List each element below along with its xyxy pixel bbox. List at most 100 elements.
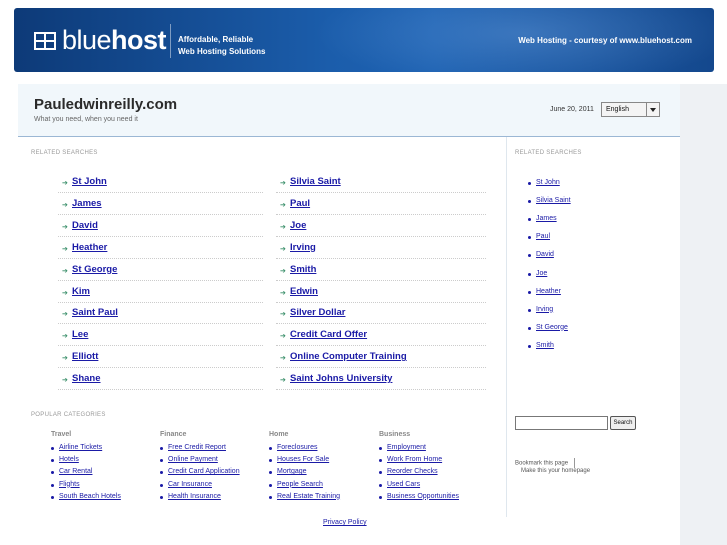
- right-gutter: [680, 84, 727, 545]
- result-row: ➔ Joe: [276, 215, 486, 237]
- category-link[interactable]: Houses For Sale: [277, 456, 329, 463]
- related-searches-label: RELATED SEARCHES: [31, 150, 98, 156]
- category-title: Business: [379, 431, 411, 438]
- result-link[interactable]: Smith: [290, 264, 316, 275]
- sidebar-link[interactable]: St John: [536, 179, 560, 186]
- result-link[interactable]: Credit Card Offer: [290, 329, 367, 340]
- result-link[interactable]: Paul: [290, 198, 310, 209]
- category-link[interactable]: Airline Tickets: [59, 444, 102, 451]
- result-row: ➔ St John: [58, 171, 263, 193]
- category-link[interactable]: Foreclosures: [277, 444, 317, 451]
- search-button[interactable]: Search: [610, 416, 636, 430]
- result-link[interactable]: Kim: [72, 286, 90, 297]
- bookmark-link[interactable]: Bookmark this page: [515, 458, 576, 468]
- bluehost-logo[interactable]: bluehost: [62, 25, 167, 55]
- bullet-icon: [379, 495, 382, 499]
- result-link[interactable]: St John: [72, 176, 107, 187]
- category-link[interactable]: Health Insurance: [168, 493, 221, 500]
- sidebar-related-label: RELATED SEARCHES: [515, 150, 582, 156]
- result-link[interactable]: Online Computer Training: [290, 351, 407, 362]
- link-divider: [574, 458, 576, 468]
- result-link[interactable]: St George: [72, 264, 117, 275]
- arrow-right-icon: ➔: [62, 201, 68, 209]
- category-link[interactable]: Reorder Checks: [387, 468, 438, 475]
- arrow-right-icon: ➔: [280, 355, 286, 363]
- result-link[interactable]: Silvia Saint: [290, 176, 341, 187]
- sidebar-link[interactable]: St George: [536, 324, 568, 331]
- category-link[interactable]: Employment: [387, 444, 426, 451]
- result-row: ➔ Silvia Saint: [276, 171, 486, 193]
- bullet-icon: [379, 483, 382, 487]
- result-link[interactable]: Irving: [290, 242, 316, 253]
- sidebar-link[interactable]: Smith: [536, 342, 554, 349]
- result-row: ➔ Elliott: [58, 346, 263, 369]
- category-link[interactable]: Used Cars: [387, 481, 420, 488]
- sidebar-link[interactable]: Joe: [536, 270, 547, 277]
- result-row: ➔ Smith: [276, 259, 486, 281]
- sidebar-link[interactable]: Silvia Saint: [536, 197, 571, 204]
- popular-categories-label: POPULAR CATEGORIES: [31, 412, 106, 418]
- category-link[interactable]: Car Insurance: [168, 481, 212, 488]
- category-link[interactable]: Mortgage: [277, 468, 307, 475]
- bookmark-label[interactable]: Bookmark this page: [515, 461, 568, 467]
- arrow-right-icon: ➔: [280, 333, 286, 341]
- category-link[interactable]: Hotels: [59, 456, 79, 463]
- category-link[interactable]: South Beach Hotels: [59, 493, 121, 500]
- category-link[interactable]: People Search: [277, 481, 323, 488]
- result-link[interactable]: Saint Paul: [72, 307, 118, 318]
- category-link[interactable]: Work From Home: [387, 456, 442, 463]
- sidebar-link[interactable]: Heather: [536, 288, 561, 295]
- sidebar-link[interactable]: Paul: [536, 233, 550, 240]
- arrow-right-icon: ➔: [280, 180, 286, 187]
- result-link[interactable]: Saint Johns University: [290, 373, 392, 384]
- date-text: June 20, 2011: [550, 106, 594, 113]
- bullet-icon: [528, 236, 531, 240]
- bullet-icon: [51, 471, 54, 475]
- bullet-icon: [528, 218, 531, 222]
- result-row: ➔ St George: [58, 259, 263, 281]
- site-title: Pauledwinreilly.com: [34, 96, 178, 113]
- chevron-down-icon[interactable]: [646, 103, 659, 116]
- category-link[interactable]: Online Payment: [168, 456, 218, 463]
- page-content: Pauledwinreilly.com What you need, when …: [18, 84, 680, 545]
- language-select[interactable]: English: [601, 102, 660, 117]
- result-link[interactable]: Heather: [72, 242, 107, 253]
- category-link[interactable]: Car Rental: [59, 468, 92, 475]
- column-divider: [506, 137, 507, 517]
- result-link[interactable]: Elliott: [72, 351, 98, 362]
- sidebar-link[interactable]: Irving: [536, 306, 553, 313]
- search-input[interactable]: [515, 416, 608, 430]
- result-row: ➔ Saint Johns University: [276, 368, 486, 391]
- result-link[interactable]: James: [72, 198, 102, 209]
- arrow-right-icon: ➔: [280, 311, 286, 319]
- result-link[interactable]: Silver Dollar: [290, 307, 345, 318]
- bluehost-logo-icon: [34, 32, 56, 50]
- bullet-icon: [269, 495, 272, 499]
- language-value: English: [606, 106, 629, 113]
- arrow-right-icon: ➔: [62, 355, 68, 363]
- result-link[interactable]: Lee: [72, 329, 88, 340]
- bullet-icon: [528, 344, 531, 348]
- result-link[interactable]: Shane: [72, 373, 101, 384]
- bullet-icon: [528, 272, 531, 276]
- result-link[interactable]: Joe: [290, 220, 306, 231]
- privacy-policy-link[interactable]: Privacy Policy: [323, 519, 367, 526]
- homepage-link[interactable]: Make this your homepage: [521, 468, 590, 474]
- category-link[interactable]: Free Credit Report: [168, 444, 226, 451]
- result-link[interactable]: Edwin: [290, 286, 318, 297]
- arrow-right-icon: ➔: [62, 377, 68, 385]
- bullet-icon: [379, 471, 382, 475]
- bullet-icon: [51, 459, 54, 463]
- bullet-icon: [160, 495, 163, 499]
- category-link[interactable]: Business Opportunities: [387, 493, 459, 500]
- courtesy-text[interactable]: Web Hosting - courtesy of www.bluehost.c…: [518, 36, 692, 45]
- sidebar-link[interactable]: James: [536, 215, 557, 222]
- sidebar-link[interactable]: David: [536, 251, 554, 258]
- bullet-icon: [51, 447, 54, 450]
- category-link[interactable]: Real Estate Training: [277, 493, 340, 500]
- arrow-right-icon: ➔: [280, 377, 286, 385]
- category-link[interactable]: Flights: [59, 481, 80, 488]
- result-row: ➔ Saint Paul: [58, 302, 263, 325]
- category-link[interactable]: Credit Card Application: [168, 468, 240, 475]
- result-link[interactable]: David: [72, 220, 98, 231]
